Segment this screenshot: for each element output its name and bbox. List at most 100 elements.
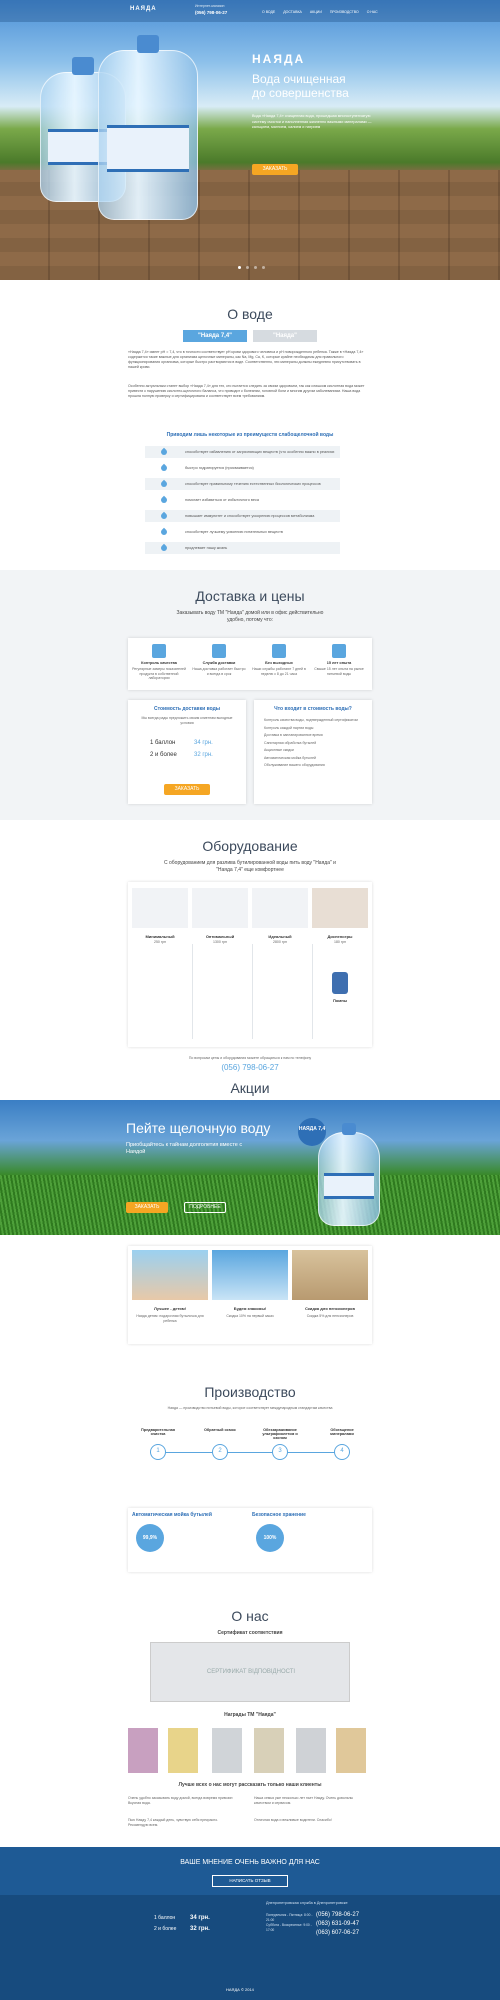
equipment-contact: По вопросам цены и оборудования можете о… [188, 1056, 312, 1060]
hero-text: Вода «Наяда 7,4» очищенная вода, прошедш… [252, 114, 372, 129]
production-intro: Наяда — производство питьевой воды, кото… [167, 1406, 333, 1410]
award-image[interactable] [212, 1728, 242, 1773]
equipment-minimal-image [132, 888, 188, 928]
benefits-subtitle: Приводим лишь некоторые из преимуществ с… [166, 432, 334, 438]
award-image[interactable] [128, 1728, 158, 1773]
equipment-intro: С оборудованием для разлива бутилированн… [164, 860, 336, 873]
list-item: Контроль каждой партии воды [264, 725, 314, 730]
production-features: Автоматическая мойка бутылей 99,9% Безоп… [128, 1508, 372, 1572]
storage-percent: 100% [256, 1524, 284, 1552]
equipment-price: 1300 грн [213, 940, 227, 944]
list-item: продлевает нашу жизнь [145, 542, 340, 554]
slider-dot[interactable] [238, 266, 241, 269]
feature-quality: Контроль качества Регулярные замеры показ… [132, 644, 186, 681]
promo-splash-image [212, 1250, 288, 1300]
slider-dot[interactable] [254, 266, 257, 269]
equipment-name: Диспенсеры [327, 934, 353, 939]
truck-icon [212, 644, 226, 658]
header-phone[interactable]: (056) 798-06-27 [195, 10, 227, 15]
cost-note: Мы всегда рады предложить своим клиентам… [141, 716, 233, 725]
step-2-icon: 2 [212, 1444, 228, 1460]
step-title: Обеззараживание ультрафиолетом и озоном [262, 1428, 298, 1440]
promo-seniors-image [292, 1250, 368, 1300]
promo-more-button[interactable]: ПОДРОБНЕЕ [184, 1202, 226, 1213]
header-logo[interactable]: НАЯДА [130, 6, 157, 12]
menu-item-about[interactable]: О ВОДЕ [262, 10, 275, 14]
footer-price-1-label: 1 баллон [154, 1915, 176, 1921]
tab-nayada[interactable]: "Наяда" [253, 330, 317, 342]
equipment-phone[interactable]: (056) 798-06-27 [128, 1063, 372, 1072]
promo-card-title: Скидка для пенсионеров [305, 1306, 355, 1311]
footer-phone[interactable]: (063) 631-09-47 [316, 1920, 359, 1929]
price-1-label: 1 баллон [150, 740, 176, 746]
list-item: Санитарная обработка бутылей [264, 740, 317, 745]
wash-percent: 99,9% [136, 1524, 164, 1552]
awards-title: Награды ТМ "Наяда" [224, 1712, 276, 1718]
delivery-title: Доставка и цены [195, 588, 305, 604]
top-nav: НАЯДА Интернет-магазин (056) 798-06-27 О… [0, 0, 500, 22]
menu-item-production[interactable]: ПРОИЗВОДСТВО [330, 10, 359, 14]
promo-card-text: Наяда детям: подарочная бутылочка для ре… [136, 1314, 204, 1323]
main-menu: О ВОДЕ ДОСТАВКА АКЦИИ ПРОИЗВОДСТВО О НАС [262, 10, 378, 14]
slider-dot[interactable] [262, 266, 265, 269]
equipment-name: Идеальный [268, 934, 292, 939]
equipment-ideal-image [252, 888, 308, 928]
step-title: Предварительная очистка [141, 1428, 175, 1436]
promo-card-text: Скидка 5% для пенсионеров [306, 1314, 354, 1318]
steps-line [150, 1452, 350, 1453]
hero-headline-2: до совершенства [252, 86, 349, 100]
award-image[interactable] [296, 1728, 326, 1773]
hero-section: НАЯДА Интернет-магазин (056) 798-06-27 О… [0, 0, 500, 280]
list-item: способствует правильному течению естеств… [145, 478, 340, 490]
feedback-title: ВАШЕ МНЕНИЕ ОЧЕНЬ ВАЖНО ДЛЯ НАС [180, 1859, 320, 1866]
includes-list: Контроль качества воды, подтвержденный с… [264, 718, 364, 771]
slider-dot[interactable] [246, 266, 249, 269]
equipment-price: 250 грн [154, 940, 166, 944]
list-item: помогает избавиться от избыточного веса [145, 494, 340, 506]
award-image[interactable] [336, 1728, 366, 1773]
grass-image [0, 1175, 500, 1235]
award-image[interactable] [254, 1728, 284, 1773]
step-title: Обогащение минералами [330, 1428, 354, 1436]
water-bottle-image [98, 35, 198, 220]
footer-price-2-label: 2 и более [154, 1926, 177, 1932]
menu-item-delivery[interactable]: ДОСТАВКА [283, 10, 302, 14]
equipment-title: Оборудование [202, 838, 298, 854]
equipment-name: Минимальный [145, 934, 175, 939]
list-item: способствует лучшему усвоению питательны… [145, 526, 340, 538]
promo-cards: Лучшее - детям! Наяда детям: подарочная … [128, 1246, 372, 1344]
menu-item-about-us[interactable]: О НАС [367, 10, 378, 14]
promo-banner: Пейте щелочную воду Приобщайтесь к тайна… [0, 1100, 500, 1235]
promo-subtitle: Приобщайтесь к тайнам долголетия вместе … [126, 1142, 243, 1155]
review: Пью Наяду 7,4 каждый день, чувствую себя… [128, 1818, 219, 1827]
write-review-button[interactable]: НАПИСАТЬ ОТЗЫВ [212, 1875, 288, 1887]
hero-brand: НАЯДА [252, 52, 306, 66]
price-includes-card: Что входит в стоимость воды? Контроль ка… [254, 700, 372, 804]
menu-item-promo[interactable]: АКЦИИ [310, 10, 322, 14]
price-2-label: 2 и более [150, 752, 177, 758]
list-item: быстро гидратируется (присваивается) [145, 462, 340, 474]
pump-image [332, 972, 348, 994]
step-1-icon: 1 [150, 1444, 166, 1460]
wash-title: Автоматическая мойка бутылей [132, 1512, 212, 1518]
footer-phone[interactable]: (056) 798-06-27 [316, 1911, 359, 1920]
hero-order-button[interactable]: ЗАКАЗАТЬ [252, 164, 298, 175]
header-phone-label: Интернет-магазин [195, 4, 225, 8]
delivery-order-button[interactable]: ЗАКАЗАТЬ [164, 784, 210, 795]
list-item: способствует избавлению от загрязняющих … [145, 446, 340, 466]
certificate-text: СЕРТИФИКАТ ВІДПОВІДНОСТІ [206, 1669, 296, 1675]
step-3-icon: 3 [272, 1444, 288, 1460]
dispenser-image [312, 888, 368, 928]
about-us-title: О нас [231, 1608, 269, 1624]
feature-delivery: Служба доставки Наша доставка работает бы… [192, 644, 246, 676]
about-title: О воде [227, 306, 273, 322]
footer-phone[interactable]: (063) 607-06-27 [316, 1929, 359, 1938]
certificate-image[interactable]: СЕРТИФИКАТ ВІДПОВІДНОСТІ [150, 1642, 350, 1702]
promo-order-button[interactable]: ЗАКАЗАТЬ [126, 1202, 168, 1213]
award-image[interactable] [168, 1728, 198, 1773]
promo-title: Акции [230, 1080, 270, 1096]
footer-price-2: 32 грн. [190, 1926, 210, 1932]
cost-title: Стоимость доставки воды [153, 706, 221, 712]
list-item: Контроль качества воды, подтвержденный с… [264, 718, 358, 722]
tab-nayada-74[interactable]: "Наяда 7,4" [183, 330, 247, 342]
